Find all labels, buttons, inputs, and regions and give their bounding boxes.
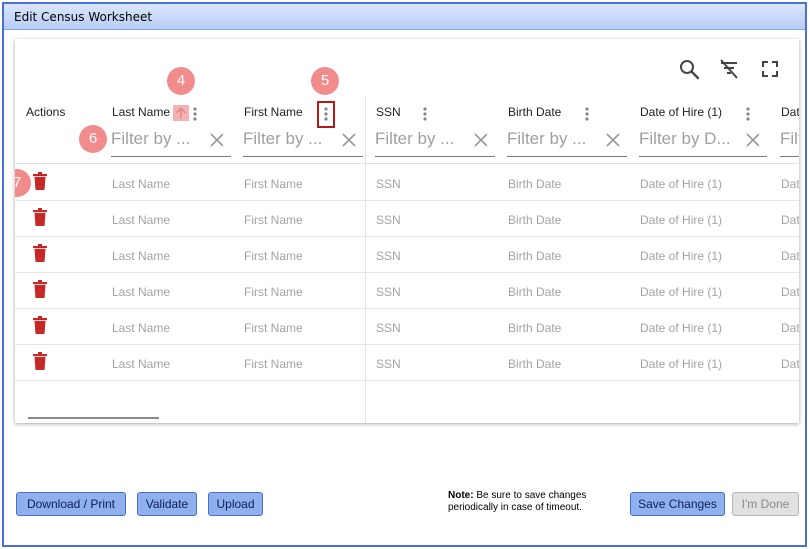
cell-first-name[interactable]: First Name [244, 177, 303, 191]
cell-birth-date[interactable]: Birth Date [508, 285, 561, 299]
cell-dat-cut[interactable]: Dat [781, 357, 799, 371]
cell-first-name[interactable]: First Name [244, 285, 303, 299]
table-row: Last Name First Name SSN Birth Date Date… [15, 273, 799, 309]
header-last-name[interactable]: Last Name [112, 105, 170, 119]
column-menu-icon[interactable] [743, 105, 753, 123]
delete-row-icon[interactable] [32, 172, 48, 190]
save-changes-button[interactable]: Save Changes [630, 492, 725, 516]
cell-dat-cut[interactable]: Dat [781, 177, 799, 191]
cell-date-of-hire[interactable]: Date of Hire (1) [640, 285, 722, 299]
cell-dat-cut[interactable]: Dat [781, 249, 799, 263]
delete-row-icon[interactable] [32, 208, 48, 226]
filter-input[interactable] [243, 129, 333, 149]
filter-first-name [243, 123, 363, 157]
filter-ssn [375, 123, 495, 157]
filter-input[interactable] [111, 129, 201, 149]
cell-first-name[interactable]: First Name [244, 249, 303, 263]
cell-ssn[interactable]: SSN [376, 285, 401, 299]
delete-row-icon[interactable] [32, 280, 48, 298]
header-actions: Actions [26, 105, 66, 119]
filter-dat-cut [780, 123, 799, 157]
cell-ssn[interactable]: SSN [376, 321, 401, 335]
filter-input[interactable] [639, 129, 735, 149]
cell-first-name[interactable]: First Name [244, 321, 303, 335]
callout-badge-6: 6 [79, 125, 107, 153]
table-row: Last Name First Name SSN Birth Date Date… [15, 309, 799, 345]
callout-badge-4: 4 [167, 67, 195, 95]
search-icon[interactable] [678, 58, 700, 80]
cell-first-name[interactable]: First Name [244, 213, 303, 227]
column-menu-icon[interactable] [190, 105, 200, 123]
callout-badge-5: 5 [311, 67, 339, 95]
clear-icon[interactable] [473, 132, 489, 148]
filter-input[interactable] [507, 129, 597, 149]
delete-row-icon[interactable] [32, 244, 48, 262]
filter-date-of-hire [639, 123, 767, 157]
table-row: Last Name First Name SSN Birth Date Date… [15, 165, 799, 201]
upload-button[interactable]: Upload [208, 492, 263, 516]
column-menu-icon[interactable] [420, 105, 430, 123]
cell-birth-date[interactable]: Birth Date [508, 177, 561, 191]
table-row: Last Name First Name SSN Birth Date Date… [15, 237, 799, 273]
cell-dat-cut[interactable]: Dat [781, 213, 799, 227]
cell-birth-date[interactable]: Birth Date [508, 213, 561, 227]
cell-last-name[interactable]: Last Name [112, 285, 170, 299]
cell-last-name[interactable]: Last Name [112, 177, 170, 191]
clear-icon[interactable] [341, 132, 357, 148]
cell-birth-date[interactable]: Birth Date [508, 321, 561, 335]
header-date-of-hire[interactable]: Date of Hire (1) [640, 105, 722, 119]
header-birth-date[interactable]: Birth Date [508, 105, 561, 119]
im-done-button[interactable]: I'm Done [732, 492, 799, 516]
filter-birth-date [507, 123, 627, 157]
clear-icon[interactable] [745, 132, 761, 148]
census-grid: Actions Last Name First Name SSN Birth D… [15, 39, 799, 423]
cell-ssn[interactable]: SSN [376, 213, 401, 227]
table-row: Last Name First Name SSN Birth Date Date… [15, 201, 799, 237]
horizontal-scrollbar[interactable] [28, 417, 159, 419]
title-bar: Edit Census Worksheet [4, 4, 805, 30]
clear-icon[interactable] [209, 132, 225, 148]
column-menu-icon[interactable] [582, 105, 592, 123]
cell-date-of-hire[interactable]: Date of Hire (1) [640, 321, 722, 335]
cell-date-of-hire[interactable]: Date of Hire (1) [640, 177, 722, 191]
cell-last-name[interactable]: Last Name [112, 213, 170, 227]
cell-first-name[interactable]: First Name [244, 357, 303, 371]
filter-last-name [111, 123, 231, 157]
cell-dat-cut[interactable]: Dat [781, 321, 799, 335]
download-print-button[interactable]: Download / Print [16, 492, 126, 516]
save-note: Note: Be sure to save changes periodical… [448, 490, 626, 514]
cell-ssn[interactable]: SSN [376, 177, 401, 191]
cell-date-of-hire[interactable]: Date of Hire (1) [640, 249, 722, 263]
note-label: Note: [448, 490, 474, 501]
census-worksheet-window: Edit Census Worksheet Actions Last Name … [2, 2, 807, 547]
cell-ssn[interactable]: SSN [376, 249, 401, 263]
delete-row-icon[interactable] [32, 316, 48, 334]
window-title: Edit Census Worksheet [14, 10, 153, 24]
fullscreen-icon[interactable] [759, 58, 781, 80]
header-divider [15, 163, 799, 164]
cell-birth-date[interactable]: Birth Date [508, 357, 561, 371]
cell-ssn[interactable]: SSN [376, 357, 401, 371]
cell-date-of-hire[interactable]: Date of Hire (1) [640, 357, 722, 371]
cell-last-name[interactable]: Last Name [112, 321, 170, 335]
sort-ascending-icon[interactable] [173, 105, 189, 121]
header-ssn[interactable]: SSN [376, 105, 401, 119]
cell-date-of-hire[interactable]: Date of Hire (1) [640, 213, 722, 227]
clear-icon[interactable] [605, 132, 621, 148]
cell-dat-cut[interactable]: Dat [781, 285, 799, 299]
table-row: Last Name First Name SSN Birth Date Date… [15, 345, 799, 381]
header-first-name[interactable]: First Name [244, 105, 303, 119]
cell-last-name[interactable]: Last Name [112, 249, 170, 263]
clear-filter-icon[interactable] [718, 58, 740, 80]
filter-input[interactable] [375, 129, 465, 149]
validate-button[interactable]: Validate [137, 492, 197, 516]
header-dat-cut[interactable]: Dat [781, 105, 799, 119]
cell-birth-date[interactable]: Birth Date [508, 249, 561, 263]
filter-input[interactable] [780, 129, 799, 149]
delete-row-icon[interactable] [32, 352, 48, 370]
cell-last-name[interactable]: Last Name [112, 357, 170, 371]
